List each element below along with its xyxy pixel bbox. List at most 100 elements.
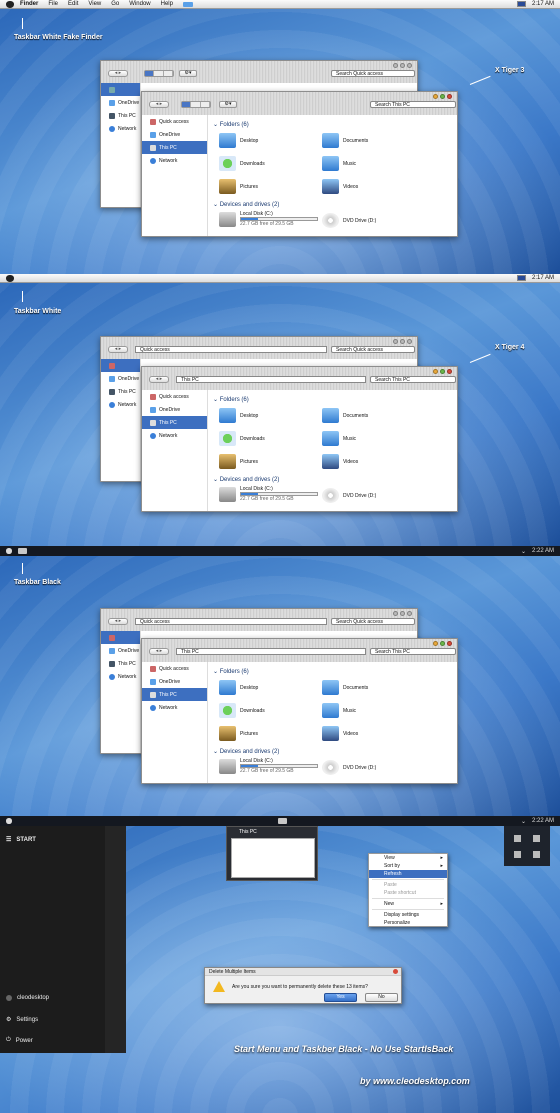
clock[interactable]: 2:22 AM <box>532 548 554 555</box>
devices-header[interactable]: ⌄ Devices and drives (2) <box>213 201 279 208</box>
sidebar-item-onedrive[interactable]: OneDrive <box>101 372 140 385</box>
sidebar-item-network[interactable]: Network <box>101 122 140 135</box>
usb-icon[interactable] <box>514 834 521 842</box>
folder-icon[interactable] <box>278 818 287 824</box>
folder-icon[interactable] <box>182 1 193 7</box>
folder-documents[interactable]: Documents <box>322 680 368 695</box>
drive-dvd[interactable]: DVD Drive (D:) <box>322 488 376 503</box>
folder-pictures[interactable]: Pictures <box>219 726 258 741</box>
start-power[interactable]: ⏻ Power <box>6 1037 33 1044</box>
sidebar-item-onedrive[interactable]: OneDrive <box>101 644 140 657</box>
search-input[interactable]: Search This PC <box>370 376 456 383</box>
address-bar[interactable]: Quick access <box>135 618 327 625</box>
sidebar-item-this-pc[interactable]: This PC <box>101 385 140 398</box>
folder-pictures[interactable]: Pictures <box>219 179 258 194</box>
devices-header[interactable]: ⌄ Devices and drives (2) <box>213 476 279 483</box>
ctx-paste-shortcut[interactable]: Paste shortcut <box>369 889 447 897</box>
back-forward-button[interactable]: ◂ ▸ <box>149 648 169 655</box>
sidebar-item-network[interactable]: Network <box>142 701 207 714</box>
chat-icon[interactable] <box>533 834 540 842</box>
ctx-refresh[interactable]: Refresh <box>369 870 447 878</box>
sidebar-item-network[interactable]: Network <box>101 398 140 411</box>
sidebar-item-network[interactable]: Network <box>142 429 207 442</box>
search-input[interactable]: Search This PC <box>370 648 456 655</box>
sidebar-item-quick-access[interactable] <box>101 83 140 96</box>
folder-music[interactable]: Music <box>322 431 356 446</box>
apple-icon[interactable] <box>6 818 12 824</box>
close-icon[interactable] <box>393 969 398 974</box>
start-settings[interactable]: ⚙ Settings <box>6 1016 38 1024</box>
search-input[interactable]: Search This PC <box>370 101 456 108</box>
folder-downloads[interactable]: Downloads <box>219 703 265 718</box>
search-input[interactable]: Search Quick access <box>331 346 415 353</box>
back-forward-button[interactable]: ◂ ▸ <box>149 101 169 108</box>
sidebar-item-quick-access[interactable]: Quick access <box>142 390 207 403</box>
folder-downloads[interactable]: Downloads <box>219 431 265 446</box>
back-forward-button[interactable]: ◂ ▸ <box>149 376 169 383</box>
sidebar-item-this-pc[interactable]: This PC <box>142 141 207 154</box>
sidebar-item-onedrive[interactable]: OneDrive <box>142 403 207 416</box>
folder-videos[interactable]: Videos <box>322 454 358 469</box>
taskbar-thumbnail[interactable]: This PC <box>226 826 318 881</box>
drive-local-disk[interactable]: Local Disk (C:) 22.7 GB free of 29.5 GB <box>219 758 318 774</box>
sidebar-item-quick-access[interactable]: Quick access <box>142 115 207 128</box>
sidebar-item-quick-access[interactable] <box>101 359 140 372</box>
apple-icon[interactable] <box>6 0 14 8</box>
chevron-up-icon[interactable]: ⌄ <box>521 818 526 825</box>
folder-desktop[interactable]: Desktop <box>219 408 258 423</box>
address-bar[interactable]: This PC <box>176 376 366 383</box>
folders-header[interactable]: ⌄ Folders (6) <box>213 668 249 675</box>
menubar-view[interactable]: View <box>88 1 101 7</box>
sidebar-item-this-pc[interactable]: This PC <box>142 688 207 701</box>
menubar-file[interactable]: File <box>48 1 58 7</box>
menubar-app[interactable]: Finder <box>20 1 38 7</box>
clock[interactable]: 2:17 AM <box>532 275 554 281</box>
flag-icon[interactable] <box>516 1 526 7</box>
ctx-new[interactable]: New ▸ <box>369 900 447 908</box>
drive-dvd[interactable]: DVD Drive (D:) <box>322 213 376 228</box>
start-user[interactable]: cleodesktop <box>6 995 49 1001</box>
no-button[interactable]: No <box>365 993 398 1002</box>
menubar-go[interactable]: Go <box>111 1 119 7</box>
menubar-edit[interactable]: Edit <box>68 1 78 7</box>
apple-icon[interactable] <box>6 548 12 554</box>
address-bar[interactable]: This PC <box>176 648 366 655</box>
sidebar-item-quick-access[interactable]: Quick access <box>142 662 207 675</box>
sidebar-item-onedrive[interactable]: OneDrive <box>142 128 207 141</box>
back-forward-button[interactable]: ◂ ▸ <box>108 70 128 77</box>
volume-icon[interactable] <box>533 850 540 858</box>
folder-videos[interactable]: Videos <box>322 726 358 741</box>
menubar-window[interactable]: Window <box>129 1 150 7</box>
chevron-up-icon[interactable]: ⌄ <box>521 548 526 555</box>
monitor-icon[interactable] <box>514 850 521 858</box>
flag-icon[interactable] <box>516 275 526 281</box>
sidebar-item-this-pc[interactable]: This PC <box>142 416 207 429</box>
sidebar-item-this-pc[interactable]: This PC <box>101 657 140 670</box>
search-input[interactable]: Search Quick access <box>331 70 415 77</box>
ctx-sort-by[interactable]: Sort by ▸ <box>369 862 447 870</box>
clock[interactable]: 2:17 AM <box>532 1 554 7</box>
folders-header[interactable]: ⌄ Folders (6) <box>213 396 249 403</box>
search-input[interactable]: Search Quick access <box>331 618 415 625</box>
back-forward-button[interactable]: ◂ ▸ <box>108 618 128 625</box>
folder-music[interactable]: Music <box>322 156 356 171</box>
address-bar[interactable]: Quick access <box>135 346 327 353</box>
sidebar-item-onedrive[interactable]: OneDrive <box>101 96 140 109</box>
folder-documents[interactable]: Documents <box>322 133 368 148</box>
folders-header[interactable]: ⌄ Folders (6) <box>213 121 249 128</box>
folder-pictures[interactable]: Pictures <box>219 454 258 469</box>
ctx-view[interactable]: View ▸ <box>369 854 447 862</box>
folder-icon[interactable] <box>18 548 27 554</box>
clock[interactable]: 2:22 AM <box>532 818 554 825</box>
view-buttons[interactable] <box>144 70 174 77</box>
drive-local-disk[interactable]: Local Disk (C:) 22.7 GB free of 29.5 GB <box>219 211 318 227</box>
folder-desktop[interactable]: Desktop <box>219 133 258 148</box>
menubar-help[interactable]: Help <box>161 1 173 7</box>
sidebar-item-network[interactable]: Network <box>142 154 207 167</box>
drive-local-disk[interactable]: Local Disk (C:) 22.7 GB free of 29.5 GB <box>219 486 318 502</box>
gear-icon[interactable]: ⚙▾ <box>219 101 237 108</box>
yes-button[interactable]: Yes <box>324 993 357 1002</box>
folder-desktop[interactable]: Desktop <box>219 680 258 695</box>
ctx-paste[interactable]: Paste <box>369 881 447 889</box>
view-buttons[interactable] <box>181 101 211 108</box>
